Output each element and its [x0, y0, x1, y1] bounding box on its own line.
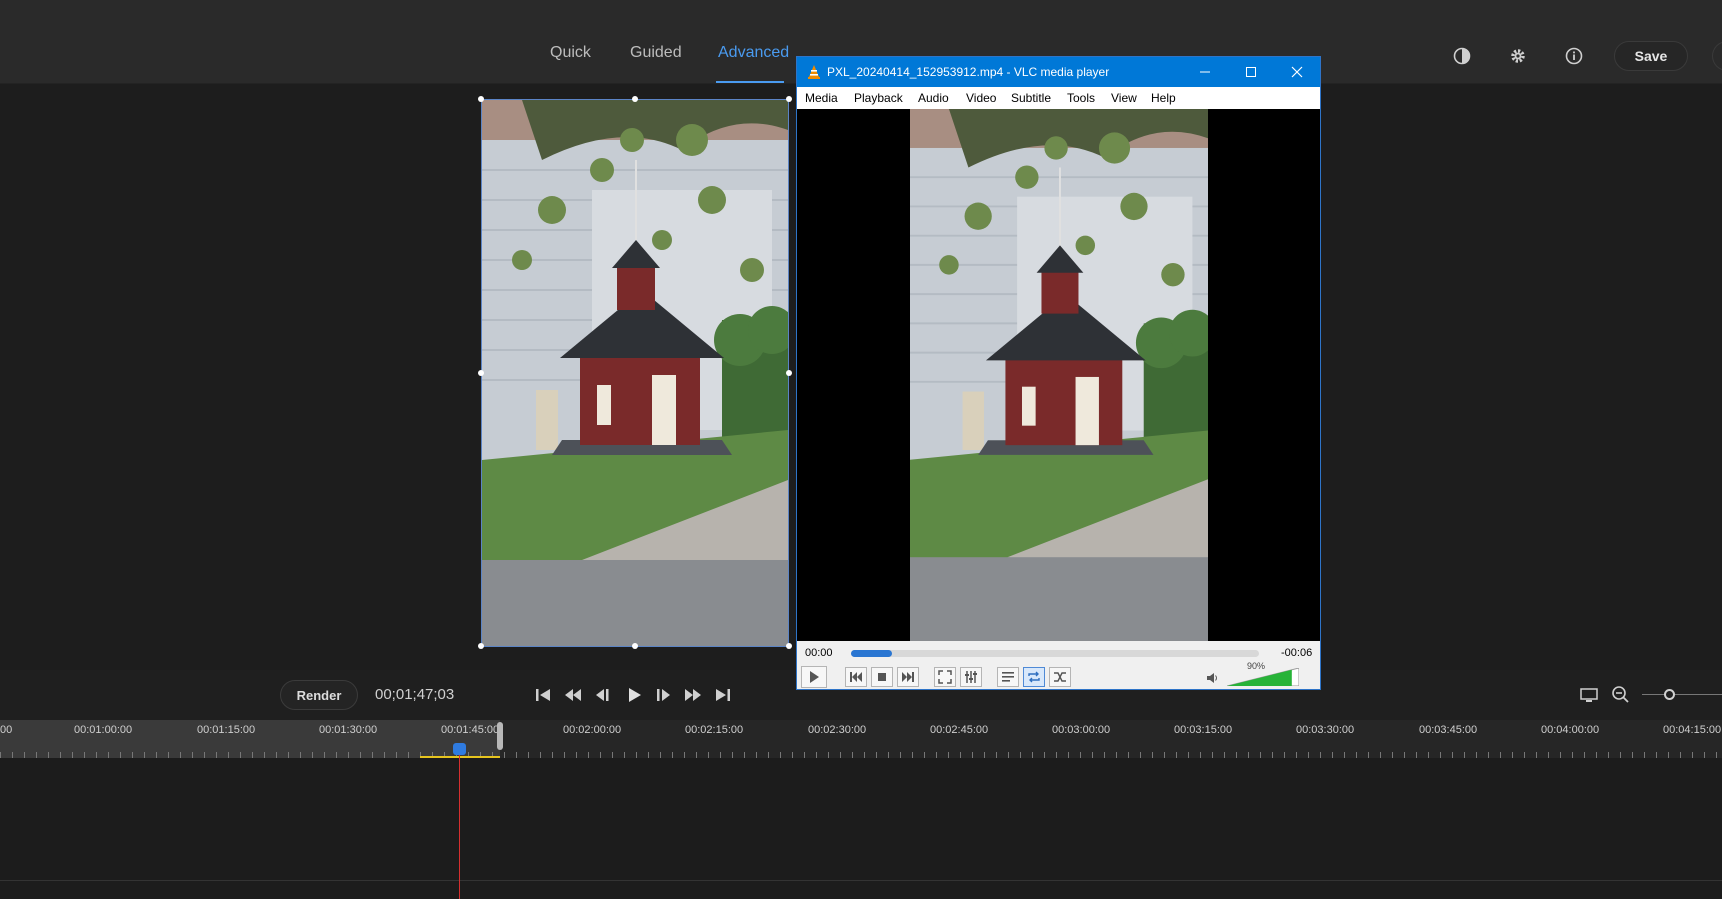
menu-subtitle[interactable]: Subtitle	[1011, 91, 1051, 105]
ruler-label: 00	[0, 724, 13, 736]
equalizer-icon	[965, 671, 977, 683]
elapsed-time: 00:00	[805, 647, 833, 659]
fast-forward-icon[interactable]	[682, 684, 704, 706]
zoom-slider-track[interactable]	[1642, 694, 1722, 695]
menu-audio[interactable]: Audio	[918, 91, 949, 105]
vlc-video-frame	[910, 109, 1208, 641]
monitor-icon[interactable]	[1578, 684, 1600, 706]
volume-slider[interactable]	[1227, 668, 1299, 686]
vlc-video-area[interactable]	[797, 109, 1320, 641]
vlc-extended-settings-button[interactable]	[960, 667, 982, 687]
info-icon[interactable]	[1564, 46, 1584, 66]
menu-help[interactable]: Help	[1151, 91, 1176, 105]
menu-tools[interactable]: Tools	[1067, 91, 1095, 105]
rewind-icon[interactable]	[562, 684, 584, 706]
resize-handle-top[interactable]	[632, 96, 638, 102]
ruler-label: 00:03:30:00	[1296, 724, 1355, 736]
render-button[interactable]: Render	[280, 680, 358, 710]
ruler-label: 00:04:15:00	[1663, 724, 1722, 736]
timeline-tracks[interactable]	[0, 758, 1722, 899]
vlc-next-button[interactable]	[897, 667, 919, 687]
close-icon	[1291, 66, 1303, 78]
ruler-label: 00:02:30:00	[808, 724, 867, 736]
ruler-label: 00:03:15:00	[1174, 724, 1233, 736]
tab-quick[interactable]: Quick	[550, 44, 591, 62]
playhead-line	[459, 748, 460, 899]
contrast-icon[interactable]	[1452, 46, 1472, 66]
seek-bar[interactable]	[851, 650, 1259, 657]
play-icon[interactable]	[623, 684, 645, 706]
vlc-stop-button[interactable]	[871, 667, 893, 687]
save-button[interactable]: Save	[1614, 41, 1688, 71]
gear-icon[interactable]	[1508, 46, 1528, 66]
menu-playback[interactable]: Playback	[854, 91, 903, 105]
vlc-loop-button[interactable]	[1023, 667, 1045, 687]
shuffle-icon	[1054, 672, 1066, 682]
vlc-previous-button[interactable]	[845, 667, 867, 687]
vlc-window-title: PXL_20240414_152953912.mp4 - VLC media p…	[827, 65, 1110, 79]
partial-button[interactable]	[1712, 41, 1722, 71]
ruler-label: 00:03:00:00	[1052, 724, 1111, 736]
playhead-handle[interactable]	[453, 743, 466, 755]
resize-handle-right[interactable]	[786, 370, 792, 376]
resize-handle-top-right[interactable]	[786, 96, 792, 102]
zoom-slider-thumb[interactable]	[1664, 689, 1675, 700]
vlc-playlist-button[interactable]	[997, 667, 1019, 687]
menu-video[interactable]: Video	[966, 91, 996, 105]
active-tab-indicator	[716, 81, 784, 83]
stop-icon	[878, 673, 886, 681]
skip-to-end-icon[interactable]	[712, 684, 734, 706]
seek-bar-fill	[851, 650, 892, 657]
ruler-label: 00:02:00:00	[563, 724, 622, 736]
ruler-label: 00:01:30:00	[319, 724, 378, 736]
ruler-label: 00:04:00:00	[1541, 724, 1600, 736]
ruler-label: 00:01:45:00	[441, 724, 500, 736]
vlc-controls: 00:00 -00:06 90%	[797, 641, 1320, 689]
vlc-shuffle-button[interactable]	[1049, 667, 1071, 687]
ruler-label: 00:01:15:00	[197, 724, 256, 736]
vlc-fullscreen-button[interactable]	[934, 667, 956, 687]
speaker-icon[interactable]	[1205, 671, 1219, 685]
next-icon	[902, 672, 914, 682]
remaining-time: -00:06	[1281, 647, 1313, 659]
vlc-menu-bar: Media Playback Audio Video Subtitle Tool…	[797, 87, 1320, 109]
maximize-icon	[1246, 67, 1256, 77]
play-icon	[810, 671, 819, 683]
menu-media[interactable]: Media	[805, 91, 838, 105]
ruler-label: 00:02:45:00	[930, 724, 989, 736]
loop-icon	[1028, 671, 1040, 683]
track-divider	[0, 880, 1722, 881]
ruler-label: 00:02:15:00	[685, 724, 744, 736]
ruler-label: 00:01:00:00	[74, 724, 133, 736]
previous-icon	[850, 672, 862, 682]
minimize-icon	[1200, 71, 1210, 73]
skip-to-start-icon[interactable]	[532, 684, 554, 706]
ruler-label: 00:03:45:00	[1419, 724, 1478, 736]
selection-box[interactable]	[481, 99, 789, 647]
resize-handle-top-left[interactable]	[478, 96, 484, 102]
minimize-button[interactable]	[1182, 57, 1228, 87]
vlc-window[interactable]: PXL_20240414_152953912.mp4 - VLC media p…	[796, 56, 1321, 690]
work-area-end-handle[interactable]	[497, 722, 503, 750]
close-button[interactable]	[1274, 57, 1320, 87]
maximize-button[interactable]	[1228, 57, 1274, 87]
step-back-icon[interactable]	[592, 684, 614, 706]
tab-advanced[interactable]: Advanced	[718, 44, 789, 62]
playlist-icon	[1002, 672, 1014, 682]
current-timecode: 00;01;47;03	[375, 686, 455, 703]
fullscreen-icon	[938, 670, 952, 684]
menu-view[interactable]: View	[1111, 91, 1137, 105]
step-forward-icon[interactable]	[652, 684, 674, 706]
vlc-title-bar[interactable]: PXL_20240414_152953912.mp4 - VLC media p…	[797, 57, 1320, 87]
resize-handle-bottom-left[interactable]	[478, 643, 484, 649]
resize-handle-bottom[interactable]	[632, 643, 638, 649]
zoom-out-icon[interactable]	[1610, 684, 1632, 706]
video-editor-app: Quick Guided Advanced Save Render 00;01;…	[0, 0, 1722, 899]
resize-handle-bottom-right[interactable]	[786, 643, 792, 649]
vlc-cone-icon	[808, 65, 820, 79]
vlc-play-button[interactable]	[801, 666, 827, 688]
vlc-video-image	[910, 109, 1208, 641]
resize-handle-left[interactable]	[478, 370, 484, 376]
tab-guided[interactable]: Guided	[630, 44, 682, 62]
